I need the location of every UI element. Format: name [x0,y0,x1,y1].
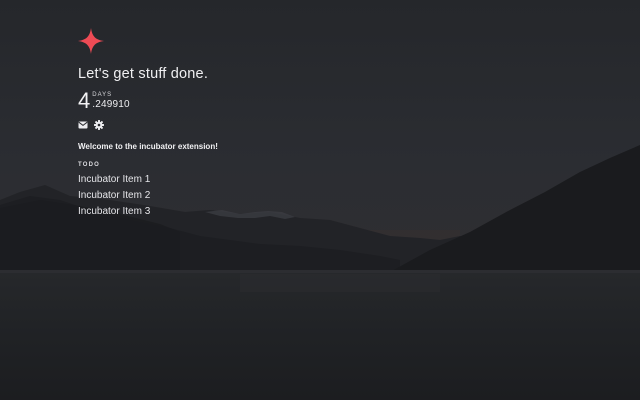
mail-icon[interactable] [78,120,88,130]
days-fraction: .249910 [92,99,130,110]
four-point-star-icon [78,28,104,54]
days-counter: 4 DAYS .249910 [78,89,478,113]
todo-item[interactable]: Incubator Item 1 [78,172,478,188]
todo-item[interactable]: Incubator Item 3 [78,204,478,220]
shoreline [0,270,640,273]
tagline: Let's get stuff done. [78,66,209,82]
days-count: 4 [78,88,91,113]
days-unit-label: DAYS [92,92,113,98]
todo-item[interactable]: Incubator Item 2 [78,188,478,204]
gear-icon[interactable] [94,120,104,130]
water-reflection [240,274,440,292]
todo-heading: TODO [78,162,101,168]
main-panel: Let's get stuff done. 4 DAYS .249910 Wel… [78,28,478,220]
welcome-message: Welcome to the incubator extension! [78,142,218,151]
todo-list: Incubator Item 1 Incubator Item 2 Incuba… [78,172,478,220]
action-icons [78,119,478,131]
